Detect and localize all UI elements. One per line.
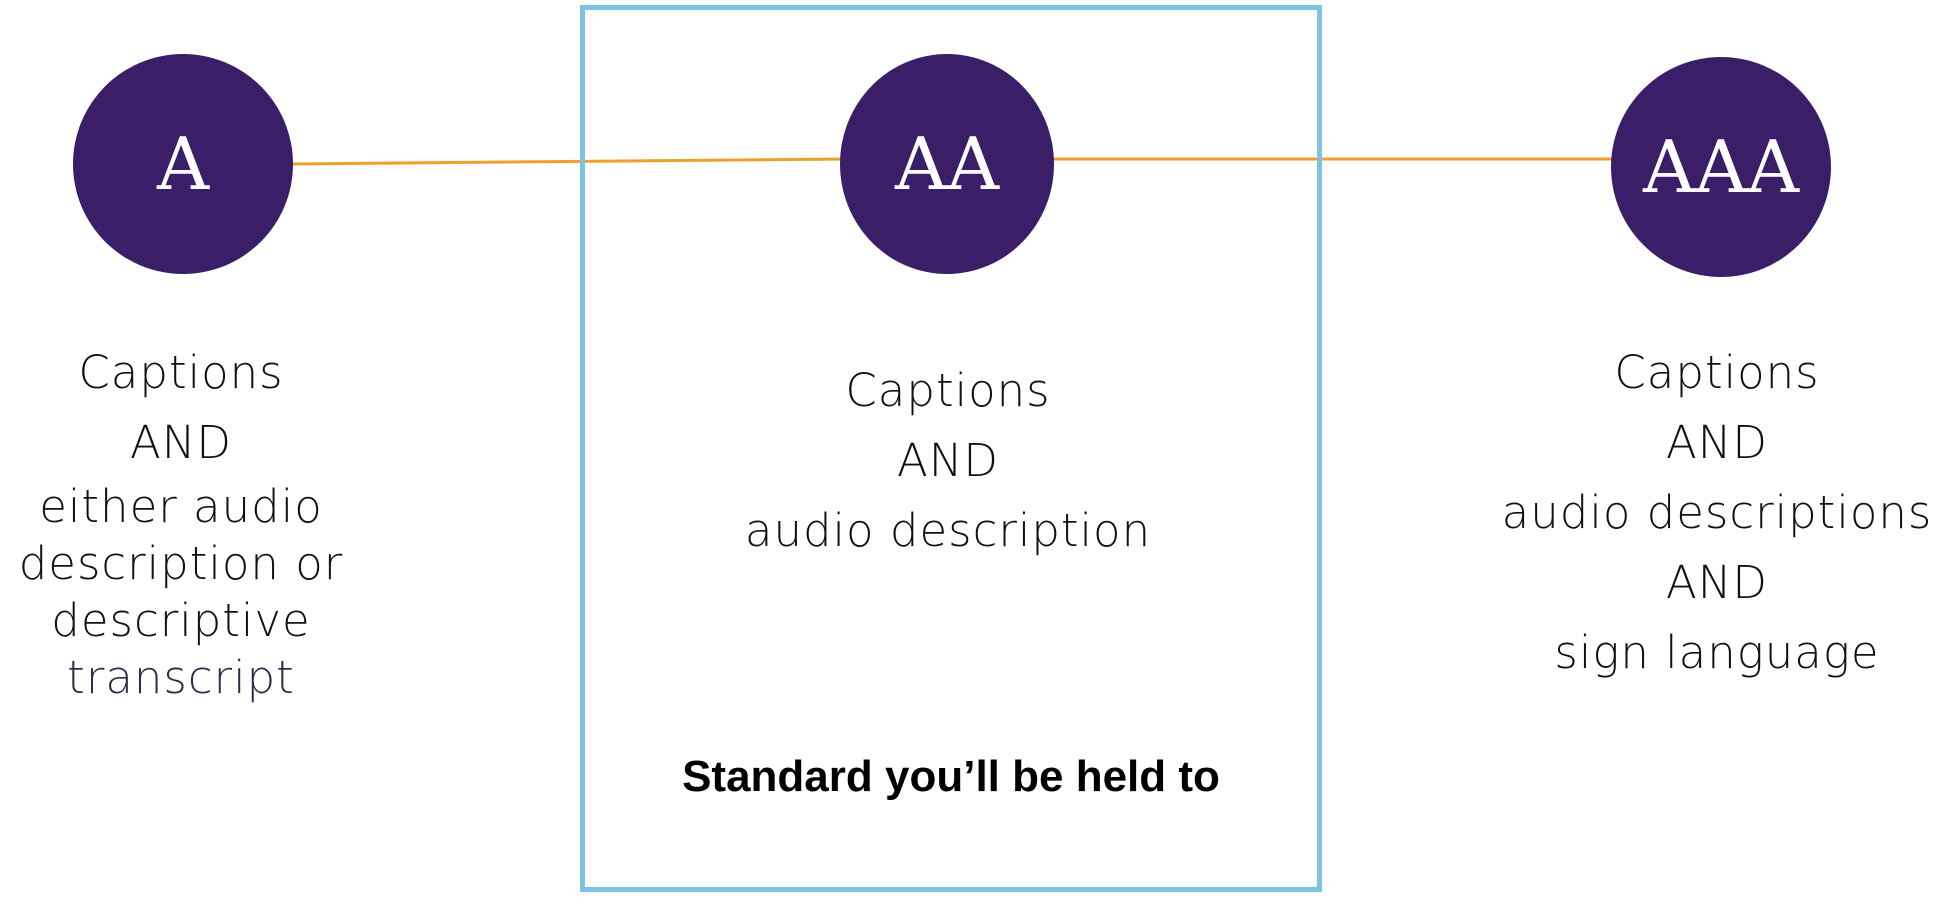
held-to-standard-note: Standard you’ll be held to — [682, 752, 1220, 801]
level-aaa-requirements: Captions AND audio descriptions AND sign… — [1490, 338, 1944, 688]
level-aa-badge: AA — [840, 54, 1054, 274]
requirement-line: AND — [1665, 556, 1769, 609]
requirement-line: Captions — [845, 364, 1051, 417]
level-a-label: A — [157, 122, 209, 206]
requirement-line: AND — [129, 416, 233, 469]
requirement-line: description or — [18, 537, 344, 590]
level-aa-requirements: Captions AND audio description — [690, 356, 1206, 566]
level-a-badge: A — [73, 54, 293, 274]
requirement-line: either audio — [39, 480, 323, 533]
requirement-line: AND — [896, 434, 1000, 487]
requirement-line: audio descriptions — [1501, 486, 1933, 539]
requirement-line: transcript — [67, 651, 295, 704]
level-aaa-label: AAA — [1643, 125, 1799, 209]
requirement-line: Captions — [78, 346, 284, 399]
level-aaa-badge: AAA — [1611, 57, 1831, 277]
level-aa-label: AA — [895, 122, 999, 206]
requirement-line: audio description — [744, 504, 1152, 557]
requirement-line: Captions — [1614, 346, 1820, 399]
requirement-line: AND — [1665, 416, 1769, 469]
requirement-line: sign language — [1554, 626, 1880, 679]
level-a-requirements: Captions AND either audio description or… — [0, 338, 362, 706]
requirement-line: descriptive — [51, 594, 311, 647]
